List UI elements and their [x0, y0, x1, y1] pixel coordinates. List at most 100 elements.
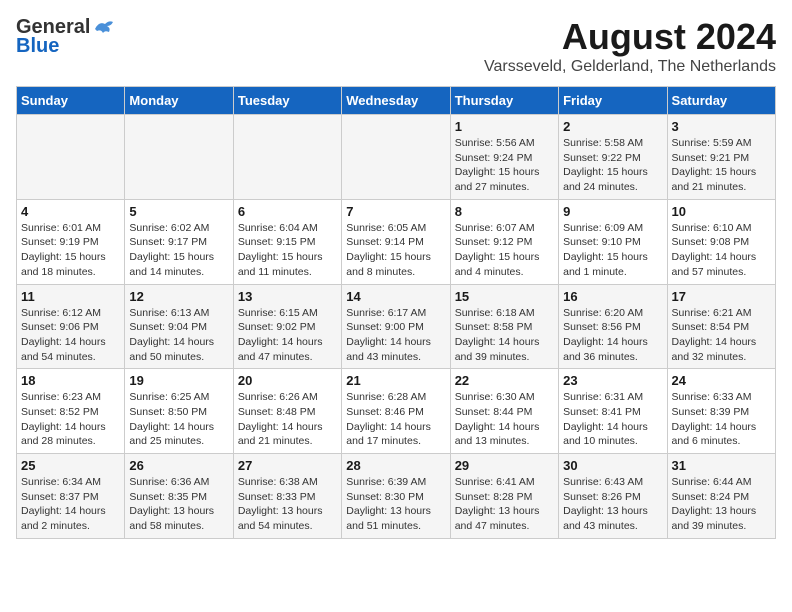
day-info: Sunrise: 6:10 AM Sunset: 9:08 PM Dayligh…: [672, 221, 771, 280]
day-cell: [342, 115, 450, 200]
day-number: 4: [21, 204, 120, 219]
day-number: 27: [238, 458, 337, 473]
day-number: 5: [129, 204, 228, 219]
title-block: August 2024 Varsseveld, Gelderland, The …: [484, 16, 776, 76]
day-cell: 5 Sunrise: 6:02 AM Sunset: 9:17 PM Daylig…: [125, 199, 233, 284]
header-saturday: Saturday: [667, 87, 775, 115]
day-info: Sunrise: 6:26 AM Sunset: 8:48 PM Dayligh…: [238, 390, 337, 449]
day-number: 30: [563, 458, 662, 473]
day-info: Sunrise: 6:05 AM Sunset: 9:14 PM Dayligh…: [346, 221, 445, 280]
week-row-4: 18Sunrise: 6:23 AM Sunset: 8:52 PM Dayli…: [17, 369, 776, 454]
day-cell: 16 Sunrise: 6:20 AM Sunset: 8:56 PM Dayli…: [559, 284, 667, 369]
day-info: Sunrise: 6:01 AM Sunset: 9:19 PM Dayligh…: [21, 221, 120, 280]
day-number: 7: [346, 204, 445, 219]
day-cell: 18Sunrise: 6:23 AM Sunset: 8:52 PM Dayli…: [17, 369, 125, 454]
day-cell: 14 Sunrise: 6:17 AM Sunset: 9:00 PM Dayli…: [342, 284, 450, 369]
day-cell: [233, 115, 341, 200]
day-info: Sunrise: 6:38 AM Sunset: 8:33 PM Dayligh…: [238, 475, 337, 534]
day-info: Sunrise: 6:30 AM Sunset: 8:44 PM Dayligh…: [455, 390, 554, 449]
day-cell: 2Sunrise: 5:58 AM Sunset: 9:22 PM Daylig…: [559, 115, 667, 200]
day-number: 6: [238, 204, 337, 219]
day-cell: 12 Sunrise: 6:13 AM Sunset: 9:04 PM Dayli…: [125, 284, 233, 369]
day-info: Sunrise: 6:09 AM Sunset: 9:10 PM Dayligh…: [563, 221, 662, 280]
day-number: 16: [563, 289, 662, 304]
day-cell: [17, 115, 125, 200]
week-row-2: 4 Sunrise: 6:01 AM Sunset: 9:19 PM Daylig…: [17, 199, 776, 284]
day-number: 18: [21, 373, 120, 388]
day-info: Sunrise: 5:59 AM Sunset: 9:21 PM Dayligh…: [672, 136, 771, 195]
header-monday: Monday: [125, 87, 233, 115]
header-wednesday: Wednesday: [342, 87, 450, 115]
day-info: Sunrise: 5:58 AM Sunset: 9:22 PM Dayligh…: [563, 136, 662, 195]
day-number: 19: [129, 373, 228, 388]
main-title: August 2024: [484, 16, 776, 58]
day-number: 8: [455, 204, 554, 219]
day-cell: 25 Sunrise: 6:34 AM Sunset: 8:37 PM Dayli…: [17, 454, 125, 539]
day-info: Sunrise: 5:56 AM Sunset: 9:24 PM Dayligh…: [455, 136, 554, 195]
day-number: 20: [238, 373, 337, 388]
day-cell: 4 Sunrise: 6:01 AM Sunset: 9:19 PM Daylig…: [17, 199, 125, 284]
day-cell: 29 Sunrise: 6:41 AM Sunset: 8:28 PM Dayli…: [450, 454, 558, 539]
calendar-table: SundayMondayTuesdayWednesdayThursdayFrid…: [16, 86, 776, 539]
day-cell: 8 Sunrise: 6:07 AM Sunset: 9:12 PM Daylig…: [450, 199, 558, 284]
day-cell: 23Sunrise: 6:31 AM Sunset: 8:41 PM Dayli…: [559, 369, 667, 454]
day-info: Sunrise: 6:28 AM Sunset: 8:46 PM Dayligh…: [346, 390, 445, 449]
day-cell: 28Sunrise: 6:39 AM Sunset: 8:30 PM Dayli…: [342, 454, 450, 539]
day-info: Sunrise: 6:07 AM Sunset: 9:12 PM Dayligh…: [455, 221, 554, 280]
day-number: 28: [346, 458, 445, 473]
day-info: Sunrise: 6:36 AM Sunset: 8:35 PM Dayligh…: [129, 475, 228, 534]
day-number: 23: [563, 373, 662, 388]
day-number: 26: [129, 458, 228, 473]
header-tuesday: Tuesday: [233, 87, 341, 115]
day-number: 14: [346, 289, 445, 304]
day-number: 31: [672, 458, 771, 473]
day-cell: 6 Sunrise: 6:04 AM Sunset: 9:15 PM Daylig…: [233, 199, 341, 284]
day-info: Sunrise: 6:21 AM Sunset: 8:54 PM Dayligh…: [672, 306, 771, 365]
header-friday: Friday: [559, 87, 667, 115]
header-sunday: Sunday: [17, 87, 125, 115]
day-number: 13: [238, 289, 337, 304]
day-info: Sunrise: 6:13 AM Sunset: 9:04 PM Dayligh…: [129, 306, 228, 365]
day-info: Sunrise: 6:04 AM Sunset: 9:15 PM Dayligh…: [238, 221, 337, 280]
day-info: Sunrise: 6:25 AM Sunset: 8:50 PM Dayligh…: [129, 390, 228, 449]
calendar-header-row: SundayMondayTuesdayWednesdayThursdayFrid…: [17, 87, 776, 115]
day-info: Sunrise: 6:41 AM Sunset: 8:28 PM Dayligh…: [455, 475, 554, 534]
day-cell: 27 Sunrise: 6:38 AM Sunset: 8:33 PM Dayli…: [233, 454, 341, 539]
day-info: Sunrise: 6:20 AM Sunset: 8:56 PM Dayligh…: [563, 306, 662, 365]
day-cell: 22 Sunrise: 6:30 AM Sunset: 8:44 PM Dayli…: [450, 369, 558, 454]
day-number: 22: [455, 373, 554, 388]
day-cell: 1 Sunrise: 5:56 AM Sunset: 9:24 PM Daylig…: [450, 115, 558, 200]
day-info: Sunrise: 6:18 AM Sunset: 8:58 PM Dayligh…: [455, 306, 554, 365]
week-row-1: 1 Sunrise: 5:56 AM Sunset: 9:24 PM Daylig…: [17, 115, 776, 200]
day-number: 17: [672, 289, 771, 304]
week-row-5: 25 Sunrise: 6:34 AM Sunset: 8:37 PM Dayli…: [17, 454, 776, 539]
day-number: 24: [672, 373, 771, 388]
day-number: 3: [672, 119, 771, 134]
day-cell: 21 Sunrise: 6:28 AM Sunset: 8:46 PM Dayli…: [342, 369, 450, 454]
day-info: Sunrise: 6:02 AM Sunset: 9:17 PM Dayligh…: [129, 221, 228, 280]
day-info: Sunrise: 6:43 AM Sunset: 8:26 PM Dayligh…: [563, 475, 662, 534]
day-cell: 11Sunrise: 6:12 AM Sunset: 9:06 PM Dayli…: [17, 284, 125, 369]
day-cell: 17 Sunrise: 6:21 AM Sunset: 8:54 PM Dayli…: [667, 284, 775, 369]
day-info: Sunrise: 6:12 AM Sunset: 9:06 PM Dayligh…: [21, 306, 120, 365]
day-info: Sunrise: 6:17 AM Sunset: 9:00 PM Dayligh…: [346, 306, 445, 365]
day-info: Sunrise: 6:33 AM Sunset: 8:39 PM Dayligh…: [672, 390, 771, 449]
day-info: Sunrise: 6:34 AM Sunset: 8:37 PM Dayligh…: [21, 475, 120, 534]
logo-blue: Blue: [16, 35, 59, 58]
day-cell: 24 Sunrise: 6:33 AM Sunset: 8:39 PM Dayli…: [667, 369, 775, 454]
day-info: Sunrise: 6:44 AM Sunset: 8:24 PM Dayligh…: [672, 475, 771, 534]
day-cell: 30 Sunrise: 6:43 AM Sunset: 8:26 PM Dayli…: [559, 454, 667, 539]
day-number: 1: [455, 119, 554, 134]
day-number: 29: [455, 458, 554, 473]
day-number: 25: [21, 458, 120, 473]
day-info: Sunrise: 6:15 AM Sunset: 9:02 PM Dayligh…: [238, 306, 337, 365]
day-cell: 31 Sunrise: 6:44 AM Sunset: 8:24 PM Dayli…: [667, 454, 775, 539]
day-number: 21: [346, 373, 445, 388]
day-number: 10: [672, 204, 771, 219]
day-number: 12: [129, 289, 228, 304]
logo: General Blue: [16, 16, 115, 58]
subtitle: Varsseveld, Gelderland, The Netherlands: [484, 58, 776, 76]
header-thursday: Thursday: [450, 87, 558, 115]
day-number: 9: [563, 204, 662, 219]
day-number: 15: [455, 289, 554, 304]
